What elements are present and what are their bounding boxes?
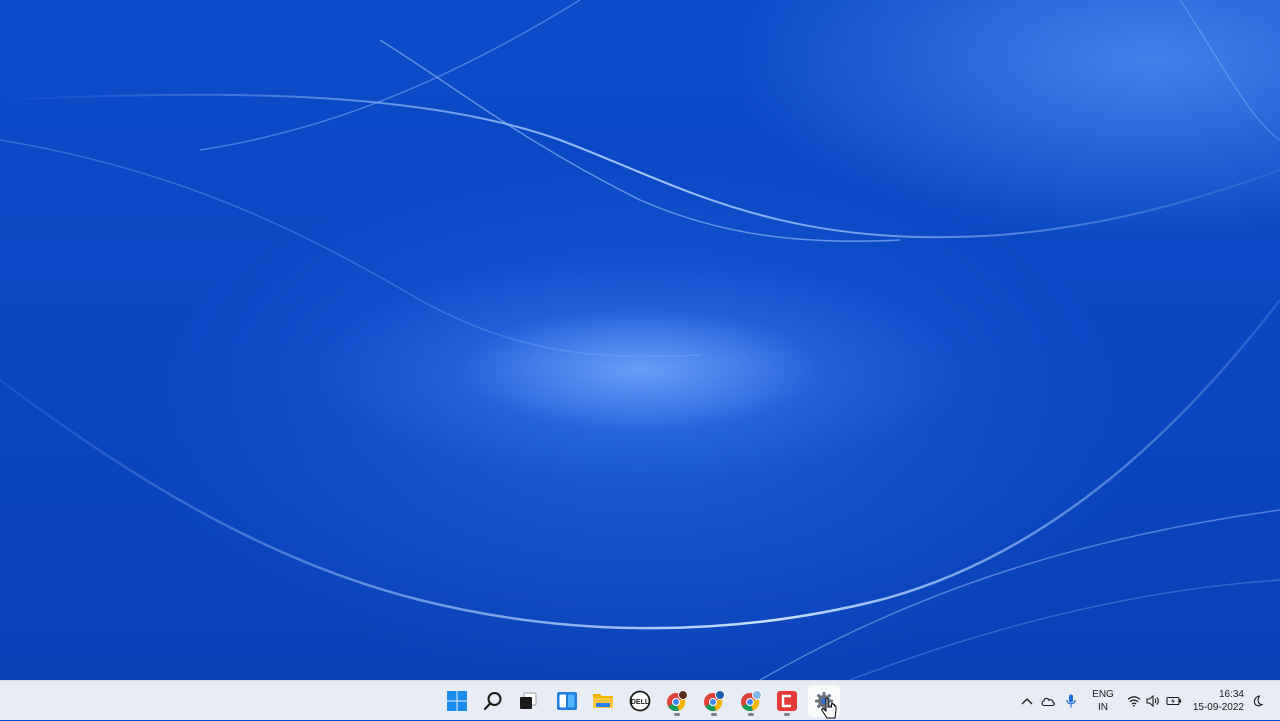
mouse-cursor-icon <box>821 697 837 719</box>
focus-assist-button[interactable] <box>1250 681 1266 721</box>
chrome-profile-2-button[interactable] <box>698 685 730 717</box>
task-view-button[interactable] <box>512 685 544 717</box>
widgets-button[interactable] <box>551 685 583 717</box>
show-hidden-icons-button[interactable] <box>1018 681 1036 721</box>
language-indicator[interactable]: ENG IN <box>1086 681 1120 721</box>
search-button[interactable] <box>477 685 509 717</box>
start-button[interactable] <box>441 685 473 717</box>
chrome-icon <box>704 690 725 712</box>
running-indicator <box>784 713 790 716</box>
chrome-icon <box>741 690 762 712</box>
volume-button[interactable] <box>1144 681 1162 721</box>
clock-date: 15-09-2022 <box>1192 702 1244 713</box>
speaker-icon <box>1146 695 1159 707</box>
running-indicator <box>674 713 680 716</box>
microphone-button[interactable] <box>1062 681 1080 721</box>
folder-icon <box>593 694 613 708</box>
mcafee-icon <box>777 691 797 711</box>
clock[interactable]: 16:34 15-09-2022 <box>1188 681 1244 721</box>
desktop-wallpaper <box>0 0 1280 680</box>
dell-app-button[interactable]: DELL <box>624 685 656 717</box>
moon-icon <box>1253 695 1264 707</box>
windows-logo-icon <box>447 691 467 711</box>
chrome-profile-1-button[interactable] <box>661 685 693 717</box>
battery-charging-icon <box>1166 696 1182 706</box>
file-explorer-button[interactable] <box>587 685 619 717</box>
microphone-icon <box>1066 694 1076 708</box>
taskbar: DELL ENG IN 16:34 15-09-2022 <box>0 680 1280 720</box>
mcafee-button[interactable] <box>771 685 803 717</box>
running-indicator <box>711 713 717 716</box>
network-button[interactable] <box>1125 681 1143 721</box>
search-icon <box>483 692 502 711</box>
running-indicator <box>748 713 754 716</box>
chevron-up-icon <box>1021 698 1033 705</box>
cloud-icon <box>1041 697 1055 707</box>
battery-button[interactable] <box>1164 681 1184 721</box>
chrome-icon <box>667 690 688 712</box>
clock-time: 16:34 <box>1218 689 1244 700</box>
language-region: IN <box>1098 702 1108 713</box>
wifi-icon <box>1127 696 1141 707</box>
language-code: ENG <box>1092 689 1114 700</box>
chrome-profile-3-button[interactable] <box>735 685 767 717</box>
onedrive-button[interactable] <box>1038 681 1058 721</box>
task-view-icon <box>520 692 537 709</box>
wallpaper-curves <box>0 0 1280 680</box>
svg-text:DELL: DELL <box>631 699 650 706</box>
widgets-icon <box>557 692 577 710</box>
dell-icon: DELL <box>629 690 651 712</box>
